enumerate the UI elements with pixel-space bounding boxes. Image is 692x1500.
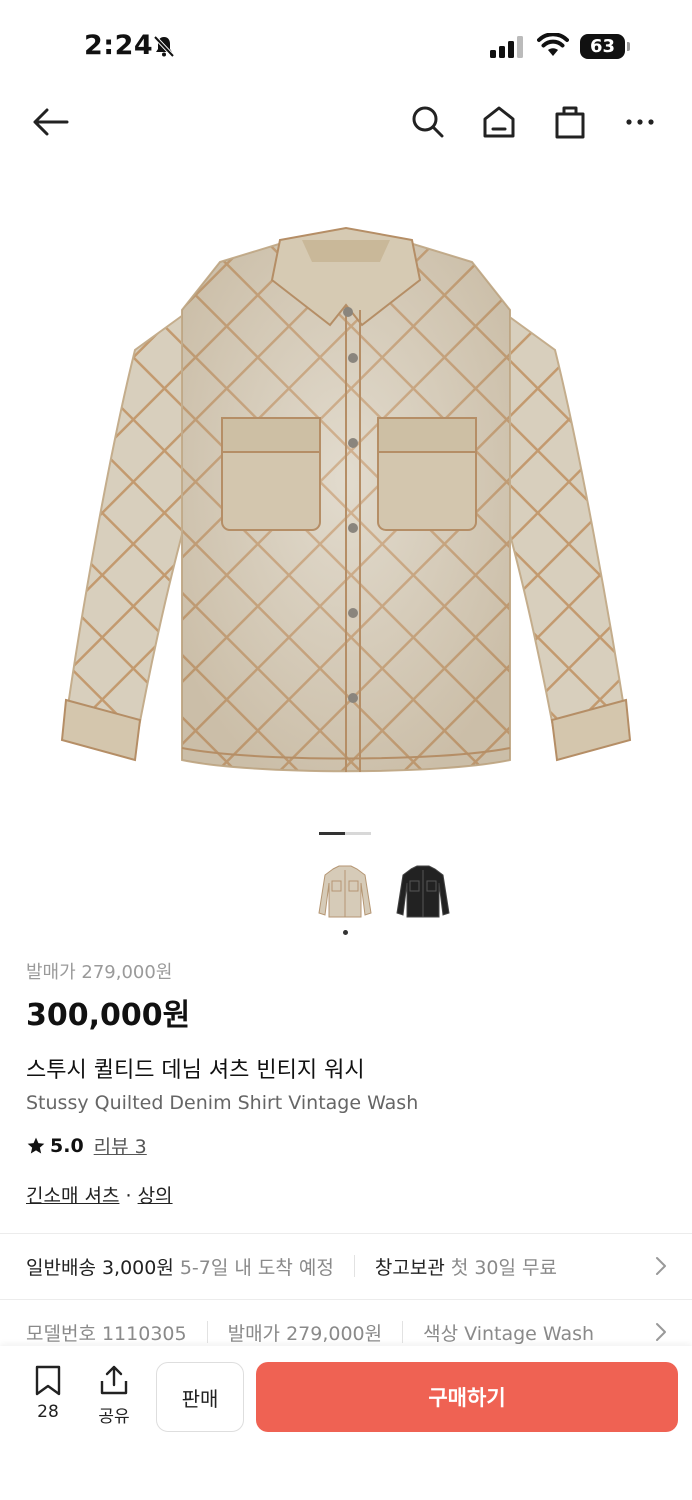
thumbnail-vintage-wash[interactable] [312, 856, 378, 926]
bottom-action-bar: 28 공유 판매 구매하기 [0, 1346, 692, 1500]
shirt-thumbnail-light [318, 865, 372, 918]
selected-thumbnail-dot [343, 930, 348, 935]
status-time: 2:24 [84, 30, 154, 61]
rating-row: 5.0 리뷰 3 [26, 1132, 666, 1159]
vertical-separator [353, 1255, 355, 1277]
current-price: 300,000원 [26, 998, 191, 1033]
buy-button[interactable]: 구매하기 [256, 1362, 678, 1432]
share-button[interactable]: 공유 [92, 1364, 136, 1427]
wifi-icon [537, 32, 569, 61]
shopping-bag-button[interactable] [548, 100, 592, 144]
sell-button[interactable]: 판매 [156, 1362, 244, 1432]
warehouse-storage-note: 첫 30일 무료 [450, 1256, 557, 1279]
shopping-bag-icon [555, 106, 585, 139]
spec-color: 색상 Vintage Wash [423, 1322, 595, 1345]
bookmark-icon [35, 1365, 61, 1396]
product-image[interactable] [40, 200, 652, 800]
rating-value: 5.0 [50, 1134, 84, 1157]
chevron-right-icon [656, 1323, 666, 1341]
search-icon [412, 106, 444, 138]
more-icon [626, 119, 654, 125]
top-nav-bar [0, 90, 692, 154]
chevron-right-icon [656, 1257, 666, 1275]
muted-bell-icon [152, 34, 176, 62]
back-arrow-icon [33, 108, 69, 136]
image-pager [319, 832, 371, 835]
pager-segment [345, 832, 371, 835]
vertical-separator [402, 1321, 404, 1343]
model-number: 모델번호 1110305 [26, 1322, 187, 1345]
share-label: 공유 [98, 1407, 130, 1427]
status-bar: 2:24 63 [0, 0, 692, 90]
category-link-tops[interactable]: 상의 [138, 1185, 173, 1207]
star-icon [27, 1137, 45, 1153]
bookmark-button[interactable]: 28 [28, 1364, 68, 1422]
warehouse-storage-label: 창고보관 [374, 1256, 445, 1279]
quilted-shirt-image [60, 226, 632, 773]
shirt-thumbnail-dark [396, 865, 450, 918]
cellular-signal-icon [490, 36, 524, 62]
product-info: 발매가 279,000원 300,000원 스투시 퀼티드 데님 셔츠 빈티지 … [26, 958, 666, 1208]
vertical-separator [206, 1321, 208, 1343]
category-link-long-sleeve-shirt[interactable]: 긴소매 셔츠 [26, 1185, 119, 1207]
review-link[interactable]: 리뷰 3 [94, 1132, 147, 1159]
back-button[interactable] [28, 100, 72, 144]
share-icon [100, 1365, 128, 1395]
thumbnail-black[interactable] [390, 856, 456, 926]
standard-delivery-eta: 5-7일 내 도착 예정 [179, 1256, 334, 1279]
standard-delivery-label: 일반배송 3,000원 [26, 1256, 174, 1279]
home-icon [483, 106, 515, 138]
home-button[interactable] [477, 100, 521, 144]
product-title-korean: 스투시 퀼티드 데님 셔츠 빈티지 워시 [26, 1058, 365, 1083]
search-button[interactable] [406, 100, 450, 144]
category-separator: · [119, 1185, 138, 1207]
battery-cap [627, 42, 630, 51]
delivery-options-row[interactable]: 일반배송 3,000원 5-7일 내 도착 예정 창고보관 첫 30일 무료 [0, 1234, 692, 1298]
bookmark-count: 28 [37, 1402, 59, 1422]
color-thumbnails [312, 856, 456, 926]
release-price: 발매가 279,000원 [26, 962, 173, 983]
battery-level: 63 [580, 34, 625, 59]
more-options-button[interactable] [618, 100, 662, 144]
battery-indicator: 63 [580, 34, 630, 59]
product-title-english: Stussy Quilted Denim Shirt Vintage Wash [26, 1092, 419, 1114]
category-row: 긴소매 셔츠 · 상의 [26, 1181, 666, 1208]
pager-segment-active [319, 832, 345, 835]
spec-release-price: 발매가 279,000원 [227, 1322, 383, 1345]
